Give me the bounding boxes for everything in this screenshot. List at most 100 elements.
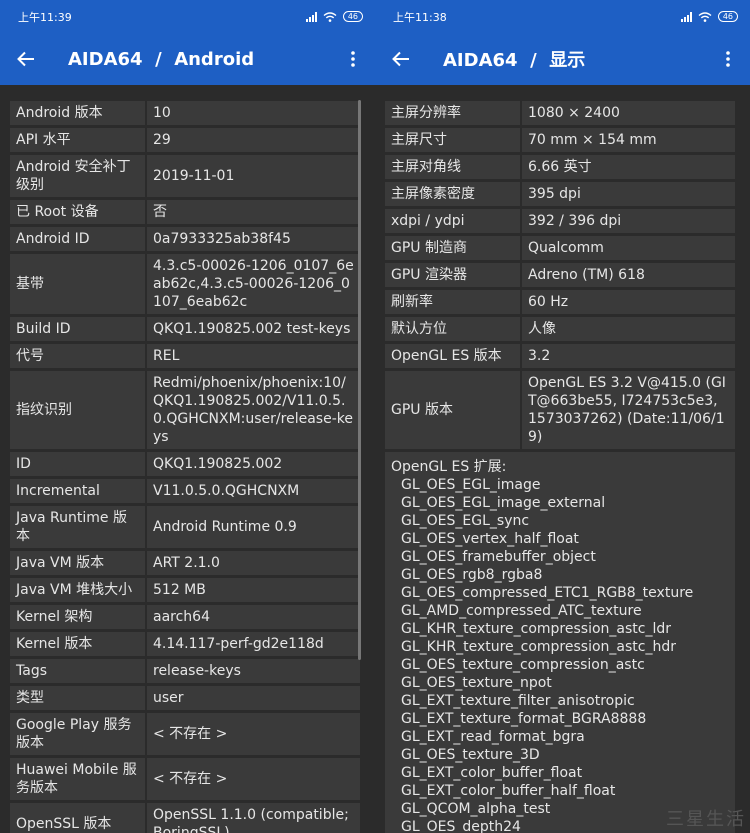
extension-item: GL_EXT_color_buffer_half_float — [401, 783, 616, 799]
battery-icon: 46 — [342, 11, 363, 22]
info-key: xdpi / ydpi — [385, 209, 520, 233]
info-value: user — [147, 686, 360, 710]
info-key: OpenSSL 版本 — [10, 803, 145, 833]
scrollbar[interactable] — [358, 100, 361, 660]
info-value: OpenGL ES 3.2 V@415.0 (GIT@663be55, I724… — [522, 371, 735, 449]
info-value: QKQ1.190825.002 — [147, 452, 360, 476]
info-value: < 不存在 > — [147, 713, 360, 755]
info-key: 主屏对角线 — [385, 155, 520, 179]
info-row: 刷新率 60 Hz — [385, 290, 735, 314]
info-row: 基带 4.3.c5-00026-1206_0107_6eab62c,4.3.c5-… — [10, 254, 360, 314]
info-key: OpenGL ES 版本 — [385, 344, 520, 368]
info-row: Java Runtime 版本 Android Runtime 0.9 — [10, 506, 360, 548]
info-value: 4.14.117-perf-gd2e118d — [147, 632, 360, 656]
extension-item: GL_OES_framebuffer_object — [401, 549, 596, 565]
extension-item: GL_OES_EGL_image_external — [401, 495, 606, 511]
info-value: 60 Hz — [522, 290, 735, 314]
battery-icon: 46 — [717, 11, 738, 22]
extension-item: GL_EXT_color_buffer_float — [401, 765, 583, 781]
info-key: Kernel 架构 — [10, 605, 145, 629]
status-bar: 上午11:38 46 — [375, 0, 750, 33]
info-value: 人像 — [522, 317, 735, 341]
extension-item: GL_EXT_texture_format_BGRA8888 — [401, 711, 647, 727]
extension-item: GL_OES_EGL_image — [401, 477, 541, 493]
extension-item: GL_KHR_texture_compression_astc_hdr — [401, 639, 676, 655]
info-row: Android 安全补丁级别 2019-11-01 — [10, 155, 360, 197]
info-key: API 水平 — [10, 128, 145, 152]
info-key: GPU 版本 — [385, 371, 520, 449]
info-row: OpenGL ES 版本 3.2 — [385, 344, 735, 368]
display-info-list: 主屏分辨率 1080 × 2400 主屏尺寸 70 mm × 154 mm 主屏对角线 6… — [375, 85, 750, 833]
page-title: AIDA64 / Android — [68, 48, 255, 70]
info-value: ART 2.1.0 — [147, 551, 360, 575]
info-value: 0a7933325ab38f45 — [147, 227, 360, 251]
info-key: 指纹识别 — [10, 371, 145, 449]
info-value: V11.0.5.0.QGHCNXM — [147, 479, 360, 503]
overflow-menu-button[interactable] — [706, 33, 750, 85]
info-row: API 水平 29 — [10, 128, 360, 152]
back-arrow-icon — [17, 51, 34, 67]
info-key: Android ID — [10, 227, 145, 251]
info-value: 否 — [147, 200, 360, 224]
info-key: Build ID — [10, 317, 145, 341]
info-value: 1080 × 2400 — [522, 101, 735, 125]
wifi-icon — [323, 11, 337, 22]
info-row: 代号 REL — [10, 344, 360, 368]
info-value: Redmi/phoenix/phoenix:10/QKQ1.190825.002… — [147, 371, 360, 449]
info-value: 392 / 396 dpi — [522, 209, 735, 233]
info-value: Qualcomm — [522, 236, 735, 260]
info-key: 默认方位 — [385, 317, 520, 341]
extensions-title: OpenGL ES 扩展: — [391, 459, 507, 475]
info-row: Kernel 架构 aarch64 — [10, 605, 360, 629]
info-value: release-keys — [147, 659, 360, 683]
info-value: Adreno (TM) 618 — [522, 263, 735, 287]
extension-item: GL_OES_rgb8_rgba8 — [401, 567, 543, 583]
extensions-list: GL_OES_EGL_image GL_OES_EGL_image_externa… — [391, 476, 729, 833]
extension-item: GL_OES_texture_compression_astc — [401, 657, 645, 673]
info-value: Android Runtime 0.9 — [147, 506, 360, 548]
info-key: 代号 — [10, 344, 145, 368]
info-row: OpenSSL 版本 OpenSSL 1.1.0 (compatible; Bor… — [10, 803, 360, 833]
info-value: 10 — [147, 101, 360, 125]
info-key: Kernel 版本 — [10, 632, 145, 656]
info-key: 已 Root 设备 — [10, 200, 145, 224]
info-key: Java VM 版本 — [10, 551, 145, 575]
back-button[interactable] — [375, 33, 427, 85]
info-row: 指纹识别 Redmi/phoenix/phoenix:10/QKQ1.190825… — [10, 371, 360, 449]
info-row: 主屏对角线 6.66 英寸 — [385, 155, 735, 179]
info-value: 3.2 — [522, 344, 735, 368]
info-key: Tags — [10, 659, 145, 683]
info-row: xdpi / ydpi 392 / 396 dpi — [385, 209, 735, 233]
extension-item: GL_OES_compressed_ETC1_RGB8_texture — [401, 585, 694, 601]
info-key: 主屏分辨率 — [385, 101, 520, 125]
status-time: 上午11:38 — [393, 10, 447, 24]
info-value: 2019-11-01 — [147, 155, 360, 197]
info-value: aarch64 — [147, 605, 360, 629]
extension-item: GL_EXT_texture_filter_anisotropic — [401, 693, 635, 709]
back-button[interactable] — [0, 33, 52, 85]
info-value: 29 — [147, 128, 360, 152]
status-time: 上午11:39 — [18, 10, 72, 24]
info-row: Build ID QKQ1.190825.002 test-keys — [10, 317, 360, 341]
overflow-menu-button[interactable] — [331, 33, 375, 85]
android-screen: 上午11:39 46 AIDA64 / Android Android 版本 10… — [0, 0, 375, 833]
page-title: AIDA64 / 显示 — [443, 50, 586, 71]
info-row: Android ID 0a7933325ab38f45 — [10, 227, 360, 251]
info-row: Kernel 版本 4.14.117-perf-gd2e118d — [10, 632, 360, 656]
watermark: 三星生活 — [666, 809, 746, 830]
app-bar: AIDA64 / 显示 — [375, 33, 750, 85]
info-row: GPU 渲染器 Adreno (TM) 618 — [385, 263, 735, 287]
info-row: 类型 user — [10, 686, 360, 710]
extension-item: GL_OES_texture_npot — [401, 675, 552, 691]
status-bar: 上午11:39 46 — [0, 0, 375, 33]
display-screen: 上午11:38 46 AIDA64 / 显示 主屏分辨率 1080 × 2400 主… — [375, 0, 750, 833]
info-value: 395 dpi — [522, 182, 735, 206]
info-row: ID QKQ1.190825.002 — [10, 452, 360, 476]
info-value: OpenSSL 1.1.0 (compatible; BoringSSL) — [147, 803, 360, 833]
info-key: Google Play 服务版本 — [10, 713, 145, 755]
signal-icon — [305, 11, 317, 22]
extension-item: GL_AMD_compressed_ATC_texture — [401, 603, 642, 619]
extension-item: GL_EXT_read_format_bgra — [401, 729, 585, 745]
extension-item: GL_KHR_texture_compression_astc_ldr — [401, 621, 672, 637]
info-value: 4.3.c5-00026-1206_0107_6eab62c,4.3.c5-00… — [147, 254, 360, 314]
